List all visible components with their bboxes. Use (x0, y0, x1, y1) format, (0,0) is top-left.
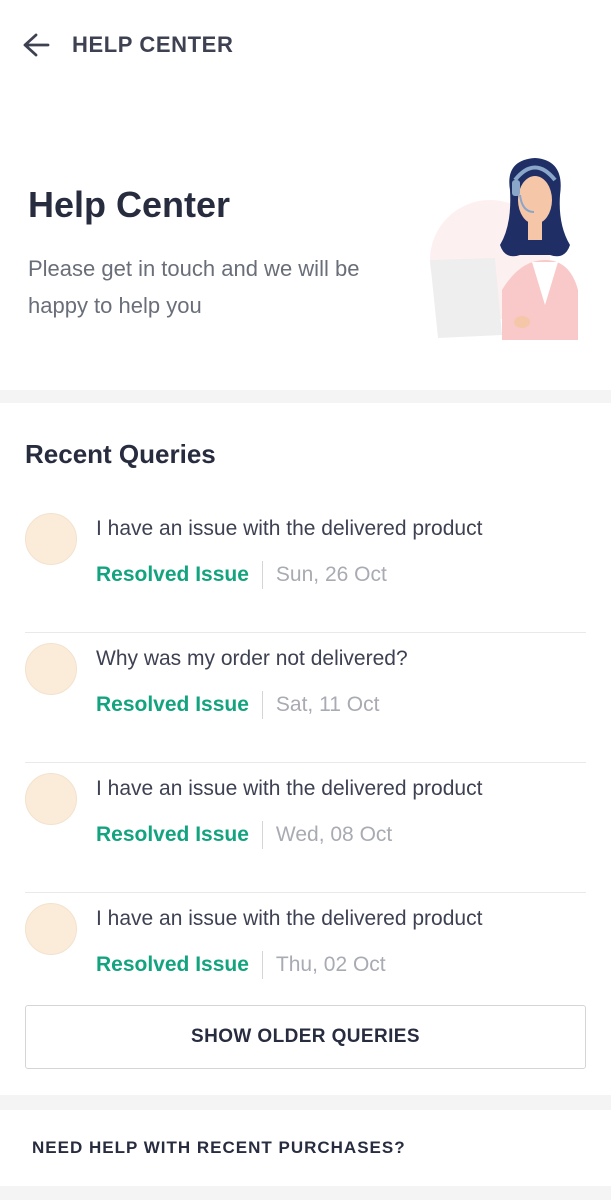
query-meta: Resolved Issue Sun, 26 Oct (96, 561, 387, 589)
status-badge: Resolved Issue (96, 563, 249, 586)
query-avatar (25, 903, 77, 955)
arrow-left-icon (23, 33, 50, 57)
support-agent-illustration (430, 158, 578, 340)
query-item[interactable]: I have an issue with the delivered produ… (25, 763, 586, 893)
hero-subtitle: Please get in touch and we will be happy… (28, 256, 360, 318)
help-title: NEED HELP WITH RECENT PURCHASES? (32, 1138, 406, 1157)
status-badge: Resolved Issue (96, 953, 249, 976)
recent-purchases-help[interactable]: NEED HELP WITH RECENT PURCHASES? (0, 1110, 611, 1186)
query-date: Sat, 11 Oct (275, 693, 380, 716)
back-button[interactable] (20, 29, 52, 61)
section-title: Recent Queries (25, 439, 216, 469)
query-text: I have an issue with the delivered produ… (96, 907, 483, 930)
meta-divider (261, 821, 263, 849)
meta-divider (261, 951, 263, 979)
query-item[interactable]: I have an issue with the delivered produ… (25, 503, 586, 633)
query-avatar (25, 773, 77, 825)
query-text: I have an issue with the delivered produ… (96, 777, 483, 800)
status-badge: Resolved Issue (96, 693, 249, 716)
query-date: Wed, 08 Oct (275, 823, 393, 846)
meta-divider (261, 691, 263, 719)
hero-section: Help Center Please get in touch and we w… (0, 90, 611, 390)
query-item[interactable]: I have an issue with the delivered produ… (25, 893, 586, 1023)
query-date: Sun, 26 Oct (275, 563, 387, 586)
query-text: Why was my order not delivered? (96, 647, 408, 670)
query-meta: Resolved Issue Sat, 11 Oct (96, 691, 379, 719)
query-avatar (25, 643, 77, 695)
top-bar: HELP CENTER (0, 0, 611, 90)
query-date: Thu, 02 Oct (275, 953, 386, 976)
query-item[interactable]: Why was my order not delivered? Resolved… (25, 633, 586, 763)
query-text: I have an issue with the delivered produ… (96, 517, 483, 540)
query-meta: Resolved Issue Wed, 08 Oct (96, 821, 392, 849)
query-meta: Resolved Issue Thu, 02 Oct (96, 951, 386, 979)
meta-divider (261, 561, 263, 589)
query-avatar (25, 513, 77, 565)
page-title: HELP CENTER (72, 32, 234, 57)
show-older-queries-button[interactable]: SHOW OLDER QUERIES (25, 1005, 586, 1069)
recent-queries-section: Recent Queries I have an issue with the … (0, 403, 611, 1095)
hero-title: Help Center (28, 184, 231, 225)
status-badge: Resolved Issue (96, 823, 249, 846)
